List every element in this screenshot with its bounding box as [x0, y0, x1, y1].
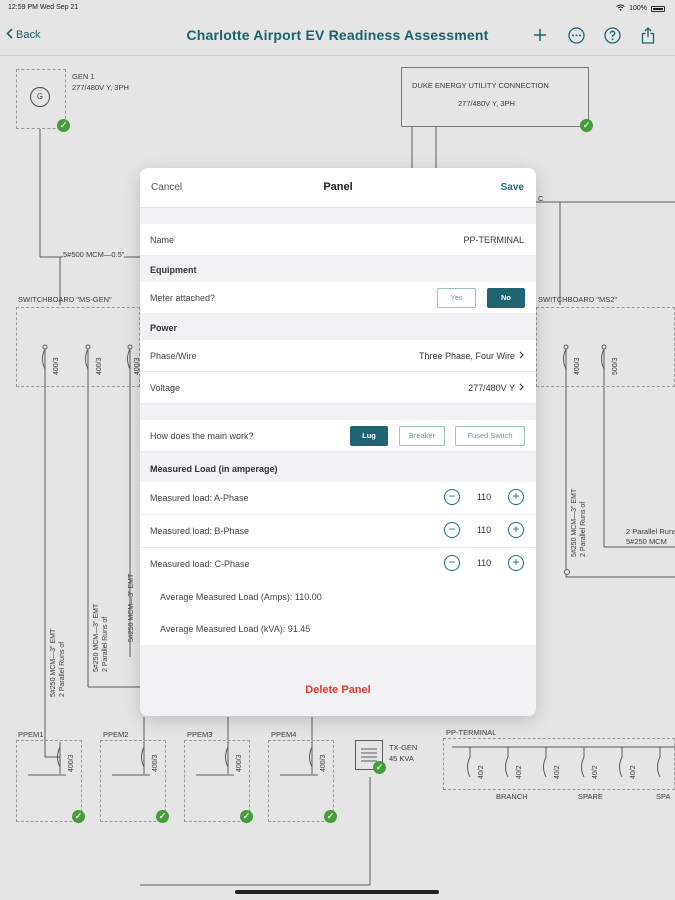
voltage-row[interactable]: Voltage 277/480V Y — [140, 372, 536, 404]
phase-value: Three Phase, Four Wire — [419, 351, 524, 361]
panel-modal: Cancel Panel Save Name PP-TERMINAL Equip… — [140, 168, 536, 716]
measured-header-text: Measured Load (in amperage) — [150, 464, 278, 474]
modal-header: Cancel Panel Save — [140, 168, 536, 208]
load-label-a: Measured load: A-Phase — [150, 493, 249, 503]
chevron-right-icon — [519, 351, 524, 361]
load-row-c: Measured load: C-Phase − 110 + — [140, 548, 536, 581]
load-value-a[interactable]: 110 — [475, 492, 493, 502]
load-stepper-b: − 110 + — [444, 522, 524, 538]
meter-row: Meter attached? Yes No — [140, 282, 536, 314]
phase-key: Phase/Wire — [150, 351, 197, 361]
avg-amps-row: Average Measured Load (Amps): 110.00 — [140, 581, 536, 613]
delete-panel-button[interactable]: Delete Panel — [305, 684, 370, 696]
load-value-b[interactable]: 110 — [475, 525, 493, 535]
main-lug-button[interactable]: Lug — [350, 426, 388, 446]
name-value[interactable]: PP-TERMINAL — [463, 235, 524, 245]
name-row[interactable]: Name PP-TERMINAL — [140, 224, 536, 256]
avg-kva: Average Measured Load (kVA): 91.45 — [160, 624, 311, 634]
phase-row[interactable]: Phase/Wire Three Phase, Four Wire — [140, 340, 536, 372]
power-header: Power — [140, 314, 536, 340]
voltage-key: Voltage — [150, 383, 181, 393]
plus-icon[interactable]: + — [508, 489, 524, 505]
measured-header: Measured Load (in amperage) — [140, 452, 536, 482]
meter-key: Meter attached? — [150, 293, 216, 303]
main-breaker-button[interactable]: Breaker — [399, 426, 445, 446]
load-stepper-a: − 110 + — [444, 489, 524, 505]
avg-kva-row: Average Measured Load (kVA): 91.45 — [140, 613, 536, 645]
equipment-header-text: Equipment — [150, 265, 197, 275]
load-label-c: Measured load: C-Phase — [150, 559, 250, 569]
meter-no-button[interactable]: No — [487, 288, 525, 308]
load-value-c[interactable]: 110 — [475, 558, 493, 568]
equipment-header: Equipment — [140, 256, 536, 282]
chevron-right-icon — [519, 383, 524, 393]
minus-icon[interactable]: − — [444, 489, 460, 505]
load-label-b: Measured load: B-Phase — [150, 526, 250, 536]
minus-icon[interactable]: − — [444, 555, 460, 571]
power-header-text: Power — [150, 323, 178, 333]
modal-title: Panel — [323, 181, 353, 193]
voltage-value: 277/480V Y — [468, 383, 524, 393]
save-button[interactable]: Save — [501, 182, 524, 193]
load-stepper-c: − 110 + — [444, 555, 524, 571]
meter-yes-button[interactable]: Yes — [437, 288, 476, 308]
main-fused-switch-button[interactable]: Fused Switch — [455, 426, 525, 446]
plus-icon[interactable]: + — [508, 555, 524, 571]
main-row: How does the main work? Lug Breaker Fuse… — [140, 420, 536, 452]
load-row-b: Measured load: B-Phase − 110 + — [140, 515, 536, 548]
voltage-value-text: 277/480V Y — [468, 383, 515, 393]
delete-panel-area: Delete Panel — [140, 664, 536, 716]
main-key: How does the main work? — [150, 431, 254, 441]
name-key: Name — [150, 235, 175, 245]
home-indicator[interactable] — [235, 890, 439, 894]
phase-value-text: Three Phase, Four Wire — [418, 351, 515, 361]
load-row-a: Measured load: A-Phase − 110 + — [140, 482, 536, 515]
minus-icon[interactable]: − — [444, 522, 460, 538]
plus-icon[interactable]: + — [508, 522, 524, 538]
avg-amps: Average Measured Load (Amps): 110.00 — [160, 592, 322, 602]
